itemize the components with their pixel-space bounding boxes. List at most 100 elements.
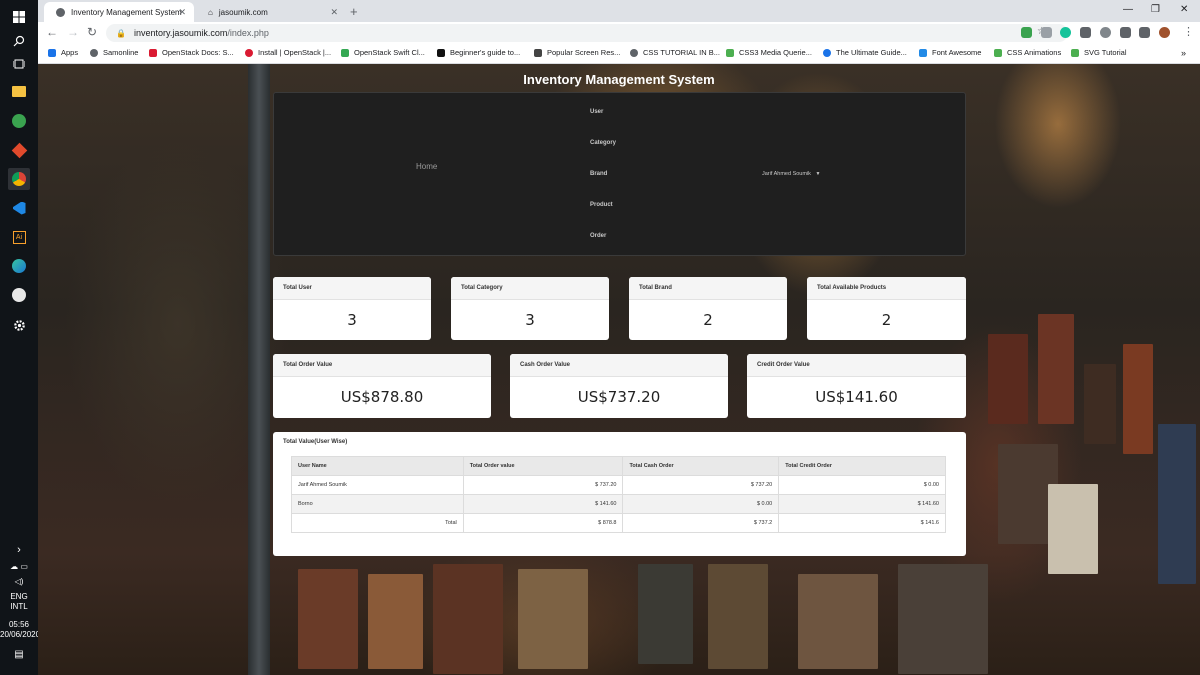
user-dropdown[interactable]: Jarif Ahmed Soumik ▼ [762, 171, 820, 177]
maximize-icon[interactable]: ❐ [1151, 4, 1160, 15]
background-book [298, 569, 358, 669]
minimize-icon[interactable]: — [1123, 4, 1133, 15]
tray-cloud-icon[interactable]: ☁ ▭ [0, 562, 38, 572]
reload-icon[interactable]: ↻ [87, 25, 97, 39]
background-pole [248, 64, 270, 675]
keyboard-layout-label[interactable]: INTL [0, 602, 38, 612]
github-desktop-icon[interactable] [8, 284, 30, 306]
extension-grid-icon[interactable] [1080, 27, 1091, 38]
window-close-icon[interactable]: ✕ [1180, 4, 1188, 15]
nav-item-brand[interactable]: Brand [590, 171, 607, 177]
bookmark-install-openstack[interactable]: Install | OpenStack |... [245, 48, 331, 57]
browser-toolbar: ← → ↻ 🔒 inventory.jasoumik.com/index.php… [38, 22, 1200, 44]
background-book [708, 564, 768, 669]
bookmark-ultimate-guide[interactable]: The Ultimate Guide... [823, 48, 907, 57]
chevron-up-icon[interactable]: › [0, 545, 38, 556]
background-book [898, 564, 988, 674]
cell-cash-order: $ 0.00 [622, 494, 780, 514]
tab-inventory[interactable]: Inventory Management System ✕ [44, 2, 194, 22]
bookmark-openstack-swift[interactable]: OpenStack Swift Cl... [341, 48, 425, 57]
bookmark-apps[interactable]: Apps [48, 48, 78, 57]
table-total-row: Total $ 878.8 $ 737.2 $ 141.6 [291, 513, 946, 533]
user-wise-table-card: Total Value(User Wise) User Name Total O… [273, 432, 966, 556]
reading-list-icon[interactable] [1139, 27, 1150, 38]
illustrator-icon[interactable]: Ai [8, 226, 30, 248]
extension-green-icon[interactable] [1021, 27, 1032, 38]
language-label[interactable]: ENG [0, 592, 38, 602]
menu-kebab-icon[interactable]: ⋮ [1183, 25, 1194, 38]
bookmark-css-animations[interactable]: CSS Animations [994, 48, 1061, 57]
profile-avatar[interactable] [1159, 27, 1170, 38]
bookmarks-overflow-icon[interactable]: » [1181, 48, 1186, 58]
stat-value: 2 [881, 311, 892, 329]
bookmark-font-awesome[interactable]: Font Awesome [919, 48, 981, 57]
w3schools-icon [1071, 48, 1079, 57]
extension-shield-icon[interactable] [1041, 27, 1052, 38]
app-green-icon[interactable] [8, 110, 30, 132]
table-row: Borno $ 141.60 $ 0.00 $ 141.60 [291, 494, 946, 514]
cell-user-name: Borno [291, 494, 464, 514]
tab-jasoumik[interactable]: ⌂ jasoumik.com ✕ [196, 2, 346, 22]
notification-icon[interactable]: ▤ [0, 650, 38, 660]
address-bar[interactable]: 🔒 inventory.jasoumik.com/index.php ☆ [106, 24, 1068, 42]
clock-time[interactable]: 05:56 [0, 620, 38, 630]
vscode-icon[interactable] [8, 197, 30, 219]
close-tab-icon[interactable]: ✕ [330, 7, 338, 18]
bookmark-css-tutorial[interactable]: CSS TUTORIAL IN B... [630, 48, 720, 57]
task-view-icon[interactable] [8, 53, 30, 75]
column-header-total-order: Total Order value [462, 456, 624, 476]
bookmark-samonline[interactable]: Samonline [90, 48, 138, 57]
nav-item-order[interactable]: Order [590, 233, 606, 239]
background-book [638, 564, 693, 664]
chrome-icon[interactable] [8, 168, 30, 190]
windows-taskbar: Ai › ☁ ▭ ◁) ENG INTL 05:56 20/06/2020 ▤ [0, 0, 40, 675]
stat-value: 2 [703, 311, 713, 329]
extension-globe-icon[interactable] [1100, 27, 1111, 38]
globe-icon [630, 48, 638, 57]
stat-label: Total Brand [629, 277, 787, 300]
openstack-icon [245, 48, 253, 57]
bookmark-popular-screen[interactable]: Popular Screen Res... [534, 48, 620, 57]
git-icon[interactable] [8, 139, 30, 161]
nav-item-user[interactable]: User [590, 109, 603, 115]
bookmark-svg-tutorial[interactable]: SVG Tutorial [1071, 48, 1127, 57]
edge-icon[interactable] [8, 255, 30, 277]
medium-icon [437, 48, 445, 57]
stat-label: Total Order Value [273, 354, 491, 377]
cell-total-order: $ 878.8 [462, 513, 624, 533]
cell-credit-order: $ 141.60 [778, 494, 946, 514]
bookmark-openstack-docs[interactable]: OpenStack Docs: S... [149, 48, 234, 57]
windows-start-icon[interactable] [8, 6, 30, 28]
new-tab-icon[interactable]: + [350, 4, 358, 19]
cell-total-label: Total [291, 513, 464, 533]
url-host: inventory.jasoumik.com [133, 28, 228, 38]
stat-label: Total Category [451, 277, 609, 300]
cell-user-name: Jarif Ahmed Soumik [291, 475, 464, 495]
cell-total-order: $ 737.20 [462, 475, 624, 495]
w3schools-icon [726, 48, 734, 57]
close-tab-icon[interactable]: ✕ [178, 7, 186, 18]
bookmark-css3-media[interactable]: CSS3 Media Querie... [726, 48, 812, 57]
extensions-puzzle-icon[interactable] [1120, 27, 1131, 38]
stat-card-credit-order-value: Credit Order Value US$141.60 [747, 354, 966, 418]
back-icon[interactable]: ← [46, 25, 58, 39]
speaker-icon[interactable]: ◁) [0, 577, 38, 587]
globe-icon [56, 7, 65, 17]
nav-item-product[interactable]: Product [590, 202, 613, 208]
stat-value: 3 [525, 311, 535, 329]
stat-card-total-category: Total Category 3 [451, 277, 609, 340]
stat-card-total-brand: Total Brand 2 [629, 277, 787, 340]
forward-icon[interactable]: → [67, 25, 79, 39]
clock-date[interactable]: 20/06/2020 [0, 630, 40, 640]
background-book [1048, 484, 1098, 574]
nav-home-link[interactable]: Home [416, 162, 437, 171]
stat-label: Cash Order Value [510, 354, 728, 377]
grammarly-icon[interactable] [1060, 27, 1071, 38]
settings-gear-icon[interactable] [8, 314, 30, 336]
bookmark-beginners-guide[interactable]: Beginner's guide to... [437, 48, 520, 57]
cell-credit-order: $ 0.00 [778, 475, 946, 495]
nav-item-category[interactable]: Category [590, 140, 616, 146]
file-explorer-icon[interactable] [8, 80, 30, 102]
search-icon[interactable] [8, 30, 30, 52]
background-book [988, 334, 1028, 424]
